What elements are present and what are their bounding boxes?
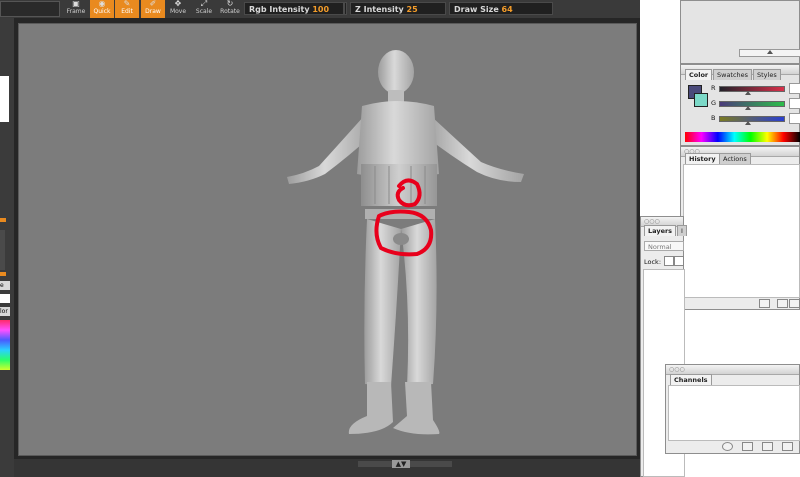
canvas-bottom-bar: ▲▼ [14,459,640,477]
red-slider-thumb[interactable] [745,91,751,95]
left-arrow-marker [0,218,6,222]
blend-mode-select[interactable]: Normal [644,241,684,251]
blue-channel-slider[interactable] [719,116,785,122]
edit-icon: ✎ [123,0,131,8]
soldier-model [287,50,524,435]
tab-swatches[interactable]: Swatches [713,69,753,80]
delete-channel-icon[interactable] [782,442,793,451]
tool-scale-button[interactable]: ⤢ Scale [192,0,216,18]
new-snapshot-icon[interactable] [759,299,770,308]
tab-color[interactable]: Color [685,69,713,80]
navigator-palette [680,0,800,64]
tab-actions[interactable]: Actions [719,153,751,164]
model-viewport [287,50,524,435]
move-icon: ✥ [174,0,182,8]
new-document-icon[interactable] [777,299,788,308]
tool-quick-button[interactable]: ◉ Quick [90,0,114,18]
background-color-swatch[interactable] [694,93,708,107]
navigator-zoom-slider[interactable] [739,49,800,57]
document-canvas[interactable] [18,23,637,456]
green-value-field[interactable] [789,98,800,109]
left-swatch-white [0,76,9,122]
left-tool-panel: e lor [0,18,14,477]
red-channel-slider[interactable] [719,86,785,92]
rotate-icon: ↻ [226,0,234,8]
lock-image-checkbox[interactable] [674,256,684,266]
trash-icon[interactable] [789,299,800,308]
tab-layers[interactable]: Layers [644,225,677,236]
draw-icon: ✐ [149,0,157,8]
rgb-intensity-marker [344,2,347,15]
left-slider[interactable] [0,230,5,270]
window-controls-icon[interactable]: ○○○ [669,366,685,373]
tab-other[interactable]: I [677,225,687,236]
quick-icon: ◉ [98,0,106,8]
left-arrow-marker-2 [0,272,6,276]
tool-edit-button[interactable]: ✎ Edit [115,0,139,18]
load-selection-icon[interactable] [722,442,733,451]
draw-size-slider[interactable]: Draw Size 64 [449,2,553,15]
color-palette: Color Swatches Styles R G B [680,64,800,146]
lock-transparency-checkbox[interactable] [664,256,674,266]
scale-icon: ⤢ [200,0,208,8]
toolbar-left-controls[interactable] [0,1,60,17]
window-controls-icon[interactable]: ○○○ [644,218,660,225]
blue-slider-thumb[interactable] [745,121,751,125]
frame-icon: ▣ [72,0,80,8]
new-channel-icon[interactable] [762,442,773,451]
tool-rotate-button[interactable]: ↻ Rotate [218,0,242,18]
history-palette: ○○○ History Actions [680,146,800,310]
z-intensity-slider[interactable]: Z Intensity 25 [350,2,446,15]
left-button-e[interactable]: e [0,281,10,290]
left-white-box [0,294,10,303]
canvas-scroll-handle[interactable]: ▲▼ [392,460,410,468]
tab-channels[interactable]: Channels [670,374,712,385]
history-list[interactable] [683,164,800,298]
tool-draw-button[interactable]: ✐ Draw [141,0,165,18]
left-button-color[interactable]: lor [0,307,10,316]
save-selection-icon[interactable] [742,442,753,451]
navigator-zoom-thumb[interactable] [767,50,773,54]
channels-list[interactable] [668,385,800,441]
green-channel-slider[interactable] [719,101,785,107]
top-toolbar: ▣ Frame ◉ Quick ✎ Edit ✐ Draw ✥ Move ⤢ S… [0,0,680,19]
tool-frame-button[interactable]: ▣ Frame [64,0,88,18]
rgb-intensity-slider[interactable]: Rgb Intensity 100 [244,2,344,15]
channels-palette: ○○○ Channels [665,364,800,454]
tab-history[interactable]: History [685,153,720,164]
tool-move-button[interactable]: ✥ Move [166,0,190,18]
red-value-field[interactable] [789,83,800,94]
blue-value-field[interactable] [789,113,800,124]
green-slider-thumb[interactable] [745,106,751,110]
tab-styles[interactable]: Styles [753,69,781,80]
color-spectrum-bar[interactable] [685,132,800,142]
left-color-picker[interactable] [0,320,10,370]
